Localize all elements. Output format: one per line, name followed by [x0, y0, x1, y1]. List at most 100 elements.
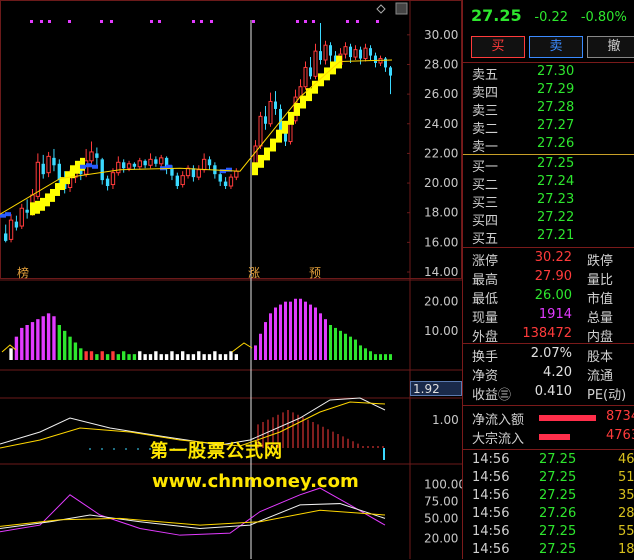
volume-bar [68, 336, 72, 360]
volume-bar [379, 354, 382, 360]
ask-row[interactable]: 卖三 27.28 [463, 100, 634, 119]
price-tick-label: 28.00 [424, 57, 458, 71]
bid-row[interactable]: 买四 27.22 [463, 210, 634, 229]
volume-bar [289, 301, 292, 360]
trade-buttons: 买 卖 撤 [471, 36, 634, 58]
divider [463, 405, 634, 406]
flow-row: 净流入额8734 [472, 409, 634, 428]
cancel-order-button[interactable]: 撤 [587, 36, 634, 58]
volume-tick-label: 10.00 [424, 324, 458, 338]
sell-button[interactable]: 卖 [529, 36, 583, 58]
stat-row: 收益㊂ 0.410 PE(动) [472, 384, 627, 403]
volume-ma-line [231, 342, 253, 353]
price-tick-label: 16.00 [424, 235, 458, 249]
trend-band-step [294, 103, 300, 116]
volume-bar [9, 348, 13, 360]
signal-dot [210, 20, 213, 23]
bid-row[interactable]: 买二 27.24 [463, 174, 634, 193]
volume-bar [36, 319, 40, 360]
volume-bar [84, 351, 88, 360]
candle-body [41, 163, 45, 175]
tick-row: 14:56 27.25 51 [472, 470, 634, 485]
volume-bar [111, 351, 115, 360]
volume-bar [254, 345, 257, 360]
stat-row: 换手 2.07% 股本 [472, 346, 614, 365]
marker-yu: 预 [309, 266, 322, 280]
ask-row[interactable]: 卖四 27.29 [463, 82, 634, 101]
price-tick-label: 20.00 [424, 176, 458, 190]
candle-body [218, 174, 222, 182]
volume-bar [57, 325, 61, 360]
signal-dot [40, 20, 43, 23]
candle-body [349, 46, 352, 58]
candle-body [207, 159, 212, 166]
trend-band-step [35, 200, 40, 214]
volume-bar [304, 301, 307, 360]
signal-dot [150, 20, 153, 23]
volume-bar [122, 351, 126, 360]
divider [463, 247, 634, 248]
volume-bar [73, 342, 78, 360]
trend-band-step [40, 197, 45, 211]
price-tick-label: 22.00 [424, 146, 458, 160]
trend-band-step [50, 188, 55, 202]
trend-band-step [60, 177, 65, 191]
volume-bar [186, 354, 190, 360]
volume-bar [14, 336, 19, 360]
ask-row[interactable]: 卖二 27.27 [463, 118, 634, 137]
bid-row[interactable]: 买一 27.25 [463, 156, 634, 175]
volume-ma-line [1, 344, 17, 353]
volume-bar [175, 354, 179, 360]
ask-row[interactable]: 卖一 27.26 [463, 136, 634, 155]
kline-chart-area[interactable]: 30.00 28.00 26.00 24.00 22.00 20.00 18.00 16.00… [0, 0, 462, 559]
volume-bar [223, 354, 228, 360]
candle-body [201, 158, 207, 171]
ask-row[interactable]: 卖五 27.30 [463, 64, 634, 83]
candle-body [8, 219, 14, 240]
volume-bar [63, 330, 67, 360]
volume-bar [25, 325, 29, 360]
volume-bar [344, 333, 347, 360]
volume-bar [213, 351, 217, 360]
kdj-tick-label: 100.00 [424, 478, 462, 492]
volume-bar [234, 354, 238, 360]
buy-button[interactable]: 买 [471, 36, 525, 58]
price-tick-label: 24.00 [424, 117, 458, 131]
stat-row: 涨停 30.22 跌停 [472, 250, 614, 269]
candle-body [329, 45, 332, 56]
signal-dot [252, 20, 255, 23]
volume-bar [339, 330, 342, 360]
trend-band-step [288, 111, 294, 125]
volume-bar [359, 345, 362, 360]
volume-bar [41, 316, 45, 360]
volume-bar [319, 313, 322, 360]
tick-row: 14:56 27.25 35 [472, 488, 634, 503]
signal-dot [200, 20, 203, 23]
marker-zhang: 涨 [248, 266, 261, 280]
candle-body [95, 153, 99, 158]
bid-row[interactable]: 买三 27.23 [463, 192, 634, 211]
trend-band-step [258, 154, 264, 168]
volume-bar [329, 325, 332, 360]
signal-dot [30, 20, 33, 23]
trend-band-step [30, 202, 35, 216]
volume-bar [46, 313, 51, 360]
volume-bar [127, 354, 131, 360]
candle-body [303, 66, 308, 88]
candle-body [196, 169, 201, 178]
macd-tick-label: 1.00 [432, 413, 459, 427]
bid-row[interactable]: 买五 27.21 [463, 228, 634, 247]
volume-bar [269, 313, 272, 360]
signal-dot [110, 20, 113, 23]
volume-bar [314, 307, 317, 360]
candle-body [25, 209, 29, 213]
signal-dot [376, 20, 379, 23]
candle-body [353, 49, 358, 58]
volume-bar [202, 354, 206, 360]
volume-bar [284, 301, 287, 360]
marker-bang: 榜 [17, 266, 30, 280]
volume-bar [148, 354, 153, 360]
candle-body [154, 159, 158, 164]
kdj-tick-label: 75.00 [424, 495, 458, 509]
volume-bar [374, 354, 377, 360]
